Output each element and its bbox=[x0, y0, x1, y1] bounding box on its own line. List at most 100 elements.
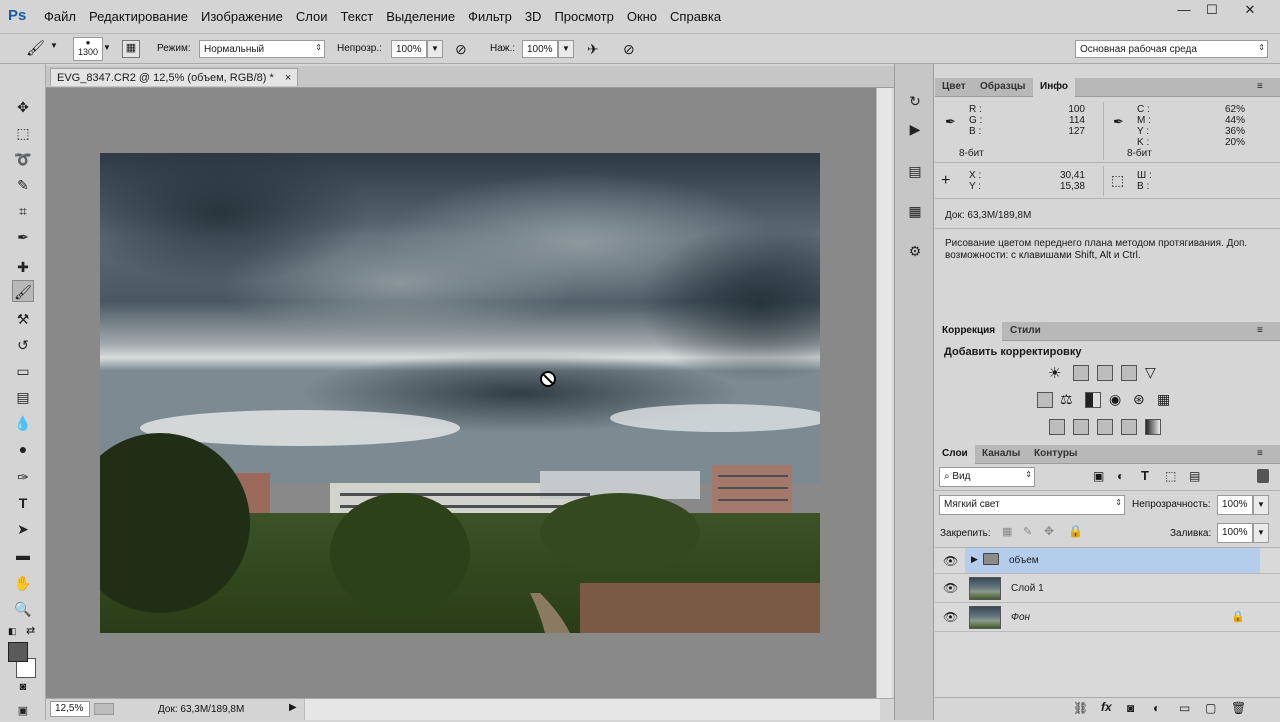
chevron-down-icon[interactable]: ▼ bbox=[103, 43, 111, 52]
marquee-tool-icon[interactable]: ⬚ bbox=[12, 122, 34, 144]
layer-row-group[interactable]: 👁 ▶ объем bbox=[935, 548, 1280, 574]
tab-info[interactable]: Инфо bbox=[1033, 78, 1075, 97]
new-layer-icon[interactable]: ▢ bbox=[1205, 701, 1216, 715]
lock-position-icon[interactable]: ✥ bbox=[1044, 524, 1054, 538]
lasso-tool-icon[interactable]: ➰ bbox=[12, 148, 34, 170]
brightness-contrast-icon[interactable]: ☀ bbox=[1048, 364, 1061, 382]
lock-transparent-icon[interactable]: ▦ bbox=[1002, 525, 1012, 538]
zoom-input[interactable]: 12,5% bbox=[50, 701, 90, 717]
move-tool-icon[interactable]: ✥ bbox=[12, 96, 34, 118]
quick-mask-icon[interactable]: ◙ bbox=[12, 676, 34, 698]
eraser-tool-icon[interactable]: ▭ bbox=[12, 360, 34, 382]
menu-image[interactable]: Изображение bbox=[201, 9, 283, 24]
new-adjustment-layer-icon[interactable]: ◐ bbox=[1153, 701, 1160, 715]
hue-saturation-icon[interactable] bbox=[1037, 392, 1053, 408]
eye-icon[interactable]: 👁 bbox=[943, 581, 958, 595]
menu-file[interactable]: Файл bbox=[44, 9, 76, 24]
color-lookup-icon[interactable]: ▦ bbox=[1157, 391, 1170, 408]
brush-preset-picker[interactable]: ● 1300 bbox=[73, 37, 103, 61]
clone-source-panel-icon[interactable]: ⚙ bbox=[904, 240, 926, 262]
hand-tool-icon[interactable]: ✋ bbox=[12, 572, 34, 594]
fill-dropdown-icon[interactable]: ▼ bbox=[1253, 523, 1269, 543]
threshold-icon[interactable] bbox=[1097, 419, 1113, 435]
vibrance-icon[interactable]: ▽ bbox=[1145, 364, 1156, 381]
color-balance-icon[interactable]: ⚖ bbox=[1060, 391, 1073, 408]
filter-type-icon[interactable]: T bbox=[1141, 468, 1149, 483]
levels-icon[interactable] bbox=[1073, 365, 1089, 381]
lock-image-icon[interactable]: ✎ bbox=[1023, 525, 1032, 538]
invert-icon[interactable] bbox=[1049, 419, 1065, 435]
close-button[interactable]: ✕ bbox=[1232, 2, 1268, 20]
airbrush-icon[interactable]: ✈ bbox=[587, 41, 599, 58]
actions-panel-icon[interactable]: ▶ bbox=[904, 118, 926, 140]
group-expand-icon[interactable]: ▶ bbox=[971, 554, 978, 565]
tab-close-icon[interactable]: × bbox=[285, 72, 291, 84]
brush-tool-icon[interactable]: 🖌 bbox=[26, 39, 45, 57]
tab-channels[interactable]: Каналы bbox=[975, 445, 1027, 464]
menu-text[interactable]: Текст bbox=[341, 9, 374, 24]
dodge-tool-icon[interactable]: ● bbox=[12, 438, 34, 460]
chevron-down-icon[interactable]: ▼ bbox=[50, 41, 58, 50]
menu-filter[interactable]: Фильтр bbox=[468, 9, 512, 24]
document-tab[interactable]: EVG_8347.CR2 @ 12,5% (объем, RGB/8) * × bbox=[50, 68, 299, 86]
blend-mode-select[interactable]: Мягкий свет ⇕ bbox=[939, 495, 1125, 515]
flow-input[interactable]: 100% bbox=[522, 40, 558, 58]
lock-all-icon[interactable]: 🔒 bbox=[1068, 524, 1083, 538]
tab-paths[interactable]: Контуры bbox=[1027, 445, 1084, 464]
zoom-tool-icon[interactable]: 🔍 bbox=[12, 598, 34, 620]
pen-tool-icon[interactable]: ✑ bbox=[12, 466, 34, 488]
menu-3d[interactable]: 3D bbox=[525, 9, 542, 24]
status-menu-arrow-icon[interactable]: ▶ bbox=[289, 702, 297, 713]
share-icon[interactable] bbox=[94, 703, 114, 715]
layer-mask-icon[interactable]: ◙ bbox=[1127, 701, 1134, 715]
default-colors-icon[interactable]: ◧ bbox=[8, 626, 17, 637]
tab-styles[interactable]: Стили bbox=[1003, 322, 1048, 341]
filter-toggle-icon[interactable] bbox=[1257, 469, 1269, 483]
screen-mode-icon[interactable]: ▣ bbox=[12, 700, 34, 722]
menu-help[interactable]: Справка bbox=[670, 9, 721, 24]
panel-menu-icon[interactable]: ≡ bbox=[1257, 325, 1263, 336]
photo-filter-icon[interactable]: ◉ bbox=[1109, 391, 1121, 408]
filter-shape-icon[interactable]: ⬚ bbox=[1165, 469, 1176, 483]
workspace-select[interactable]: Основная рабочая среда ⇕ bbox=[1075, 40, 1268, 58]
maximize-button[interactable]: ☐ bbox=[1194, 2, 1230, 20]
selective-color-icon[interactable] bbox=[1121, 419, 1137, 435]
filter-pixel-icon[interactable]: ▣ bbox=[1093, 469, 1104, 483]
mode-select[interactable]: Нормальный ⇕ bbox=[199, 40, 325, 58]
filter-smart-object-icon[interactable]: ▤ bbox=[1189, 469, 1200, 483]
menu-layers[interactable]: Слои bbox=[296, 9, 328, 24]
posterize-icon[interactable] bbox=[1073, 419, 1089, 435]
link-layers-icon[interactable]: ⛓ bbox=[1073, 701, 1088, 715]
healing-brush-tool-icon[interactable]: ✚ bbox=[12, 256, 34, 278]
opacity-dropdown-icon[interactable]: ▼ bbox=[427, 40, 443, 58]
history-brush-tool-icon[interactable]: ↺ bbox=[12, 334, 34, 356]
new-group-icon[interactable]: ▭ bbox=[1179, 701, 1190, 715]
tab-swatches[interactable]: Образцы bbox=[973, 78, 1032, 97]
brush-tool-icon[interactable]: 🖌 bbox=[12, 280, 34, 302]
black-white-icon[interactable] bbox=[1085, 392, 1101, 408]
brush-panel-toggle-icon[interactable]: ▦ bbox=[122, 40, 140, 58]
layer-row-background[interactable]: 👁 Фон 🔒 bbox=[935, 604, 1280, 632]
document-image[interactable] bbox=[100, 153, 820, 633]
vertical-scrollbar[interactable] bbox=[876, 88, 892, 698]
menu-edit[interactable]: Редактирование bbox=[89, 9, 188, 24]
history-panel-icon[interactable]: ↻ bbox=[904, 90, 926, 112]
opacity-input[interactable]: 100% bbox=[391, 40, 427, 58]
panel-menu-icon[interactable]: ≡ bbox=[1257, 448, 1263, 459]
quick-select-tool-icon[interactable]: ✎ bbox=[12, 174, 34, 196]
filter-adjustment-icon[interactable]: ◐ bbox=[1117, 469, 1124, 483]
tab-adjustments[interactable]: Коррекция bbox=[935, 322, 1003, 341]
layer-filter-select[interactable]: ⌕ Вид ⇕ bbox=[939, 467, 1035, 487]
gradient-tool-icon[interactable]: ▤ bbox=[12, 386, 34, 408]
gradient-map-icon[interactable] bbox=[1145, 419, 1161, 435]
curves-icon[interactable] bbox=[1097, 365, 1113, 381]
layer-style-icon[interactable]: fx bbox=[1101, 700, 1112, 714]
layer-opacity-input[interactable]: 100% bbox=[1217, 495, 1253, 515]
tab-color[interactable]: Цвет bbox=[935, 78, 973, 97]
rectangle-tool-icon[interactable]: ▬ bbox=[12, 544, 34, 566]
exposure-icon[interactable] bbox=[1121, 365, 1137, 381]
properties-panel-icon[interactable]: ▤ bbox=[904, 160, 926, 182]
layer-row[interactable]: 👁 Слой 1 bbox=[935, 575, 1280, 603]
flow-dropdown-icon[interactable]: ▼ bbox=[558, 40, 574, 58]
eye-icon[interactable]: 👁 bbox=[943, 610, 958, 624]
